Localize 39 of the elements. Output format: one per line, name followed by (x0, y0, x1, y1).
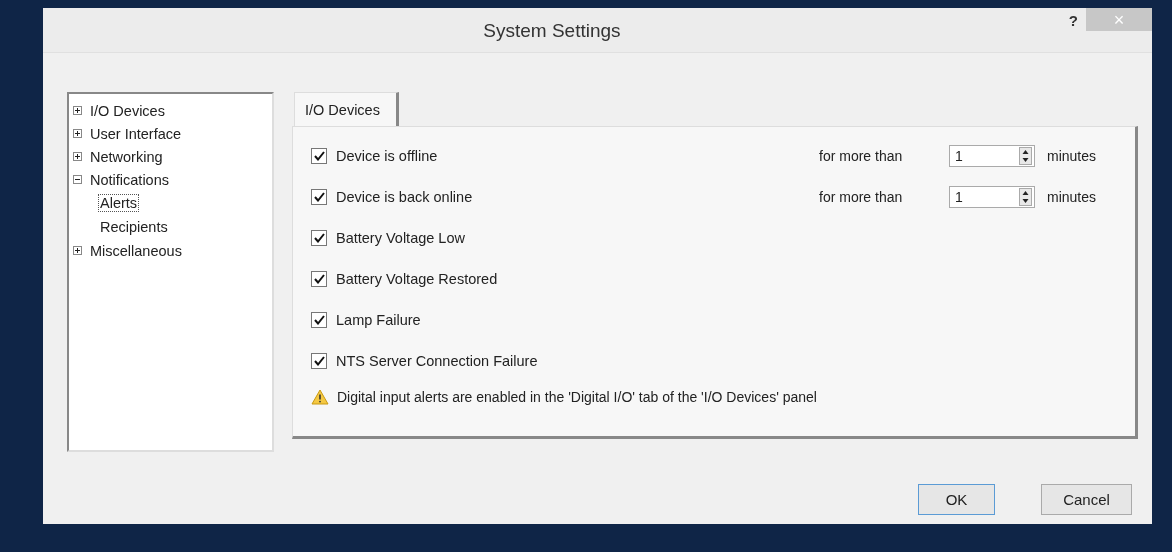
info-note: Digital input alerts are enabled in the 'Digital I/O' tab of the 'I/O Devices' panel (337, 389, 817, 405)
tree-item[interactable]: Networking (88, 147, 165, 166)
tree-item[interactable]: I/O Devices (88, 101, 167, 120)
tree-item[interactable]: Recipients (98, 218, 170, 236)
tree-item[interactable]: User Interface (88, 124, 184, 143)
expand-icon[interactable] (73, 106, 82, 115)
spin-arrows-icon[interactable] (1019, 187, 1032, 206)
minutes-spinbox[interactable]: 1 (949, 144, 1035, 167)
duration-label: for more than (819, 188, 904, 205)
tree-item[interactable]: Alerts (98, 194, 140, 212)
expand-icon[interactable] (73, 129, 82, 138)
tree-item[interactable]: Miscellaneous (88, 241, 184, 260)
duration-label: for more than (819, 147, 904, 164)
unit-label: minutes (1047, 147, 1098, 164)
checkbox-label: NTS Server Connection Failure (336, 352, 539, 369)
checkbox[interactable] (311, 352, 327, 369)
ok-button[interactable]: OK (918, 484, 995, 515)
checkbox[interactable] (311, 188, 327, 205)
checkbox-label: Battery Voltage Restored (336, 270, 499, 287)
checkbox-label: Lamp Failure (336, 311, 422, 328)
warning-icon (311, 389, 329, 405)
checkbox[interactable] (311, 311, 327, 328)
minutes-spinbox[interactable]: 1 (949, 185, 1035, 208)
help-button[interactable]: ? (1060, 10, 1086, 31)
checkbox[interactable] (311, 229, 327, 246)
cancel-button[interactable]: Cancel (1041, 484, 1132, 515)
unit-label: minutes (1047, 188, 1098, 205)
expand-icon[interactable] (73, 246, 82, 255)
tree-item[interactable]: Notifications (88, 170, 171, 189)
expand-icon[interactable] (73, 152, 82, 161)
checkbox[interactable] (311, 270, 327, 287)
checkbox[interactable] (311, 147, 327, 164)
window-title: System Settings (482, 19, 622, 42)
checkbox-label: Device is offline (336, 147, 439, 164)
tab[interactable]: I/O Devices (294, 92, 399, 126)
checkbox-label: Battery Voltage Low (336, 229, 466, 246)
spin-arrows-icon[interactable] (1019, 146, 1032, 165)
checkbox-label: Device is back online (336, 188, 474, 205)
collapse-icon[interactable] (73, 175, 82, 184)
